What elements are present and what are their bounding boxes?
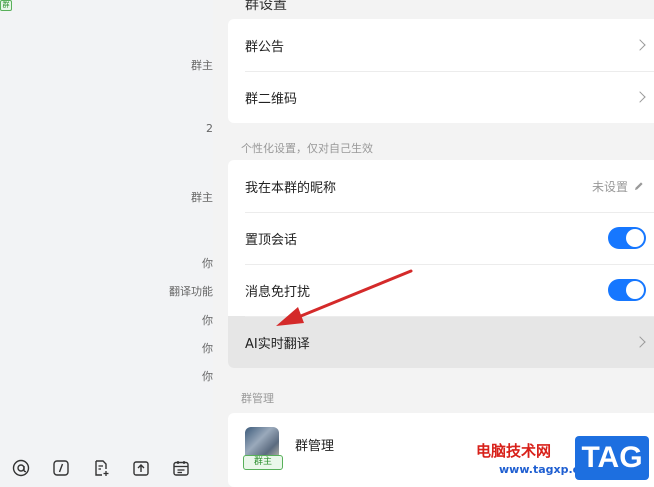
ai-translate-row[interactable]: AI实时翻译 — [228, 316, 654, 368]
pencil-icon[interactable] — [634, 181, 644, 191]
chat-fragment: 2 — [206, 122, 213, 135]
row-label: 群二维码 — [245, 91, 298, 107]
upload-icon[interactable] — [132, 459, 150, 477]
personal-settings-card: 我在本群的昵称 未设置 置顶会话 消息免打扰 AI实时翻译 — [228, 160, 654, 368]
chat-fragment: 翻译功能 — [169, 285, 213, 298]
chat-fragment: 你 — [202, 257, 213, 270]
row-label: 群公告 — [245, 39, 285, 55]
mention-icon[interactable] — [12, 459, 30, 477]
group-settings-panel: 群设置 群公告 群二维码 个性化设置，仅对自己生效 我在本群的昵称 未设置 置顶… — [213, 0, 654, 487]
chevron-right-icon — [634, 336, 646, 348]
chat-toolbar — [0, 451, 213, 487]
chevron-right-icon — [634, 39, 646, 51]
group-owner-badge: 群 — [0, 0, 12, 11]
group-manage-hint: 群管理 — [241, 392, 274, 405]
nickname-row[interactable]: 我在本群的昵称 未设置 — [228, 160, 654, 212]
row-label: 群管理 — [295, 438, 335, 454]
chat-fragment: 群主 — [191, 191, 213, 204]
do-not-disturb-toggle[interactable] — [608, 279, 646, 301]
watermark-site: 电脑技术网 — [476, 442, 552, 460]
do-not-disturb-row: 消息免打扰 — [228, 264, 654, 316]
group-announcement-row[interactable]: 群公告 — [228, 19, 654, 71]
row-label: 置顶会话 — [245, 232, 298, 248]
watermark-logo: TAG — [575, 436, 649, 480]
chat-fragment: 群主 — [191, 59, 213, 72]
group-qrcode-row[interactable]: 群二维码 — [228, 71, 654, 123]
avatar: 群主 — [243, 427, 283, 470]
calendar-icon[interactable] — [172, 459, 190, 477]
chat-fragment: 你 — [202, 314, 213, 327]
panel-title: 群设置 — [245, 0, 287, 13]
row-label: AI实时翻译 — [245, 336, 310, 352]
basic-settings-card: 群公告 群二维码 — [228, 19, 654, 123]
pin-chat-row: 置顶会话 — [228, 212, 654, 264]
chat-fragment: 你 — [202, 370, 213, 383]
row-label: 我在本群的昵称 — [245, 180, 337, 196]
chevron-right-icon — [634, 91, 646, 103]
add-document-icon[interactable] — [92, 459, 110, 477]
slash-command-icon[interactable] — [52, 459, 70, 477]
pin-chat-toggle[interactable] — [608, 227, 646, 249]
owner-badge: 群主 — [243, 455, 283, 470]
chat-fragment: 你 — [202, 342, 213, 355]
personal-settings-hint: 个性化设置，仅对自己生效 — [241, 142, 373, 155]
row-label: 消息免打扰 — [245, 284, 311, 300]
chat-pane: 群 群主 2 群主 你 翻译功能 你 你 你 — [0, 0, 213, 487]
nickname-value: 未设置 — [591, 179, 628, 194]
